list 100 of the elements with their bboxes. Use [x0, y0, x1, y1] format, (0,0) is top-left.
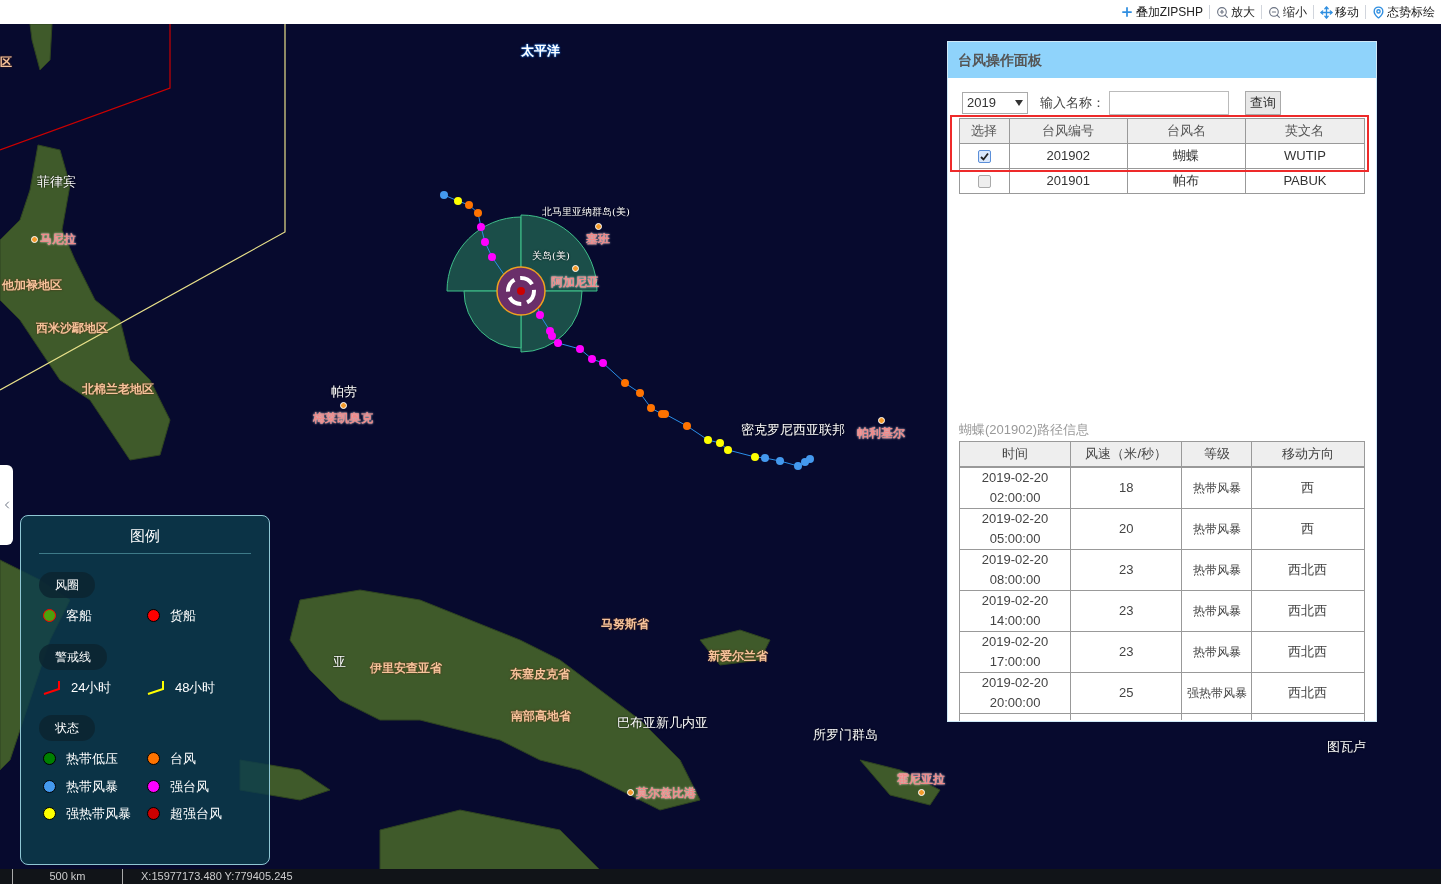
table-cell: 热带风暴: [1182, 591, 1252, 631]
table-header-cell: 等级: [1182, 442, 1252, 466]
legend-item-label: 热带风暴: [66, 777, 118, 796]
table-cell-text: 西: [1300, 520, 1316, 538]
map-label: 北棉兰老地区: [82, 383, 154, 395]
legend-item-label: 货船: [170, 607, 196, 625]
sidebar-toggle[interactable]: [0, 465, 13, 545]
table-header-cell: 风速（米/秒）: [1071, 442, 1183, 466]
table-header-cell-text: 移动方向: [1280, 445, 1335, 464]
toolbar-button[interactable]: 移动: [1318, 3, 1361, 21]
table-header-cell-text: 英文名: [1284, 122, 1326, 141]
table-cell: 2019-02-20 02:00:00: [960, 468, 1072, 508]
table-cell-text: 西: [1300, 479, 1316, 497]
map-pin-icon: [1372, 5, 1385, 19]
table-cell: 2019-02-20 08:00:00: [960, 550, 1072, 590]
toolbar-button[interactable]: 缩小: [1266, 3, 1309, 21]
map-label: 梅莱凯奥克: [313, 412, 373, 424]
map-label: 莫尔兹比港: [636, 787, 696, 799]
zoom-in-icon: [1216, 5, 1229, 19]
table-cell: 帕布: [1127, 169, 1246, 193]
map-label: 北马里亚纳群岛(美): [542, 207, 630, 217]
table-cell: 热带风暴: [1182, 632, 1252, 672]
map-label: 西米沙鄢地区: [36, 322, 108, 334]
table-header-cell: 台风名: [1127, 119, 1246, 143]
legend-item-label: 24小时: [71, 678, 112, 697]
table-cell: 23: [1071, 591, 1183, 631]
move-icon: [1320, 5, 1333, 19]
map-label: 阿加尼亚: [551, 276, 599, 288]
table-cell: 2019-02-20 17:00:00: [960, 632, 1072, 672]
name-label: 输入名称：: [1040, 94, 1105, 113]
map-label: 南部高地省: [511, 710, 571, 722]
table-cell-text: 西北西: [1287, 561, 1329, 579]
table-header-cell: 选择: [960, 119, 1010, 143]
legend-item-label: 强热带风暴: [66, 805, 131, 823]
plus-icon: [1119, 5, 1134, 19]
table-cell: 23: [1071, 632, 1183, 672]
coordinates-text: X:15977173.480 Y:779405.245: [141, 869, 293, 884]
row-checkbox[interactable]: [977, 174, 991, 188]
legend-item-label: 强台风: [170, 777, 209, 796]
table-cell: 2019-02-20 14:00:00: [960, 591, 1072, 631]
checkmark-icon: [979, 151, 989, 161]
map-label: 关岛(美): [532, 251, 570, 261]
toolbar-button[interactable]: 放大: [1214, 3, 1257, 21]
map-label: 塞班: [586, 233, 610, 245]
map-label: 区: [0, 56, 12, 68]
legend-item-label: 超强台风: [170, 805, 222, 823]
name-input[interactable]: [1109, 91, 1229, 115]
table-cell: 25: [1071, 673, 1183, 713]
map-label: 东塞皮克省: [510, 668, 570, 680]
table-header-cell: 时间: [960, 442, 1072, 466]
map-label: 帕劳: [331, 385, 357, 398]
map-label: 伊里安查亚省: [370, 662, 442, 674]
table-cell: 18: [1071, 468, 1183, 508]
table-cell: 热带风暴: [1182, 509, 1252, 549]
map-label: 马尼拉: [40, 233, 76, 245]
legend-item-label: 热带低压: [66, 750, 118, 768]
map-label: 霍尼亚拉: [897, 773, 945, 785]
legend-title: 图例: [130, 525, 160, 546]
table-cell-text: 西北西: [1287, 602, 1329, 620]
map-label: 太平洋: [521, 44, 560, 57]
table-cell: 热带风暴: [1182, 550, 1252, 590]
map-label: 图瓦卢: [1327, 740, 1366, 753]
map-label: 帕利基尔: [857, 427, 905, 439]
year-select[interactable]: 2019: [962, 92, 1028, 114]
legend-section-label: 警戒线: [39, 643, 107, 670]
table-header-cell: 台风编号: [1009, 119, 1128, 143]
typhoon-eye-icon: [496, 266, 546, 316]
legend-item-label: 客船: [66, 607, 92, 625]
dropdown-arrow-icon: [1015, 100, 1023, 106]
table-cell: 20: [1071, 509, 1183, 549]
row-checkbox[interactable]: [977, 149, 991, 163]
legend-item-label: 48小时: [175, 678, 216, 697]
query-button[interactable]: 查询: [1245, 91, 1281, 115]
table-cell: 201902: [1009, 144, 1128, 168]
map-label: 所罗门群岛: [813, 728, 878, 741]
map-label: 密克罗尼西亚联邦: [741, 423, 845, 436]
toolbar-button[interactable]: 叠加ZIPSHP: [1117, 3, 1205, 21]
table-cell: 蝴蝶: [1127, 144, 1246, 168]
table-cell-text: 西北西: [1287, 684, 1329, 702]
toolbar-button[interactable]: 态势标绘: [1370, 3, 1437, 21]
map-label: 他加禄地区: [2, 279, 62, 291]
scale-text: 500 km: [48, 869, 87, 884]
map-label: 菲律宾: [37, 175, 76, 188]
map-label: 巴布亚新几内亚: [617, 716, 708, 729]
table-cell: 热带风暴: [1182, 468, 1252, 508]
table-cell: 2019-02-20 05:00:00: [960, 509, 1072, 549]
map-label: 新爱尔兰省: [708, 650, 768, 662]
legend-section-label: 状态: [39, 715, 95, 741]
table-cell: 23: [1071, 550, 1183, 590]
zoom-out-icon: [1268, 5, 1281, 19]
legend-item-label: 台风: [170, 750, 196, 768]
table-cell-text: 西北西: [1287, 643, 1329, 661]
table-cell-text: PABUK: [1282, 172, 1328, 191]
map-label: 亚: [333, 655, 346, 668]
panel-title: 台风操作面板: [958, 50, 1042, 70]
table-cell: 强热带风暴: [1182, 673, 1252, 713]
path-info-title: 蝴蝶(201902)路径信息: [959, 420, 1091, 439]
map-label: 马努斯省: [601, 618, 649, 630]
table-cell: 2019-02-20 20:00:00: [960, 673, 1072, 713]
legend-section-label: 风圈: [39, 572, 95, 598]
